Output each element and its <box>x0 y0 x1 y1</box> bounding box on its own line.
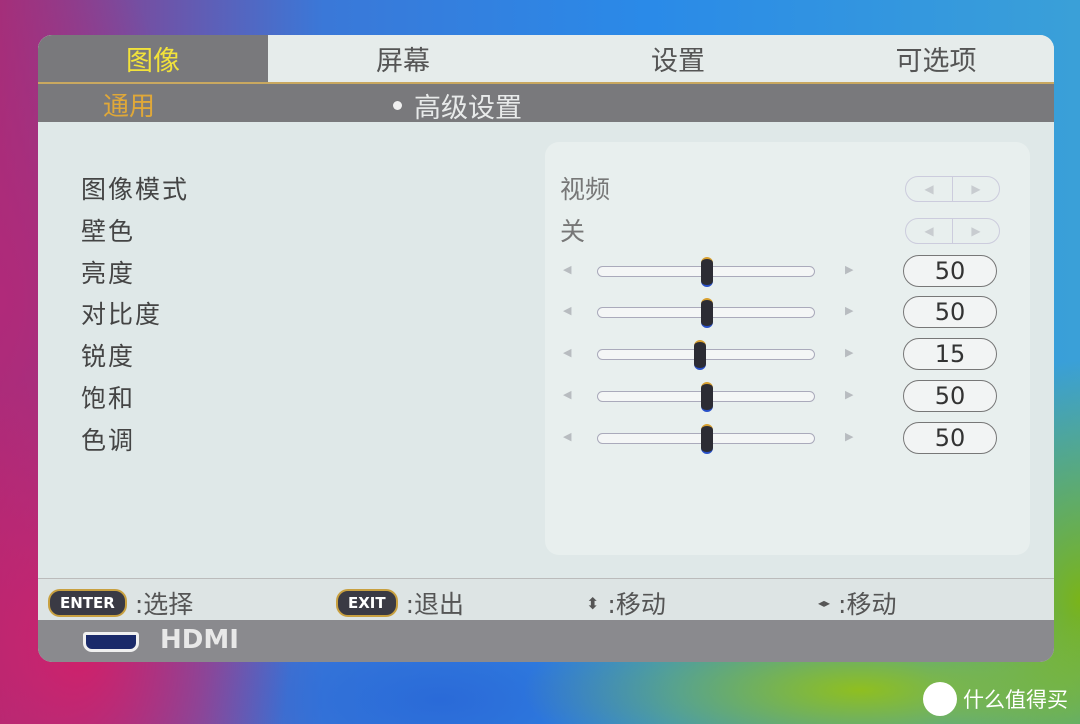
right-arrow-icon[interactable]: ▶ <box>952 218 999 243</box>
setting-value-box: 50 <box>903 254 997 287</box>
bullet-icon <box>393 101 402 110</box>
setting-value[interactable]: 视频 <box>560 170 610 206</box>
hdmi-icon <box>83 632 139 652</box>
setting-label: 对比度 <box>81 300 163 330</box>
setting-label: 壁色 <box>81 216 136 246</box>
increase-arrow-icon[interactable]: ▶ <box>845 430 853 443</box>
left-arrow-icon[interactable]: ◀ <box>906 219 952 243</box>
submenu-bar: 通用 高级设置 <box>38 82 1054 125</box>
increase-arrow-icon[interactable]: ▶ <box>845 346 853 359</box>
osd-menu: 图像 屏幕 设置 可选项 通用 高级设置 图像模式 视频 ◀ ▶ 壁色关 ◀ ▶ 亮度 ◀ … <box>38 35 1054 662</box>
slider-thumb[interactable] <box>701 423 713 454</box>
setting-label: 图像模式 <box>81 175 190 204</box>
tab-screen[interactable]: 屏幕 <box>268 35 538 82</box>
setting-value-box: 50 <box>903 296 997 329</box>
watermark-logo <box>923 682 957 716</box>
slider-thumb[interactable] <box>701 256 713 287</box>
setting-label: 亮度 <box>81 258 136 288</box>
source-label: HDMI <box>160 625 239 655</box>
setting-slider[interactable] <box>597 340 815 371</box>
setting-label: 锐度 <box>81 342 136 372</box>
up-down-arrow-icon: ⬍ <box>586 593 600 613</box>
source-bar: HDMI <box>38 620 1054 662</box>
left-right-arrow-icon: ◂▸ <box>818 596 831 610</box>
help-text: :移动 <box>607 590 666 619</box>
help-bar: ENTER:选择 EXIT:退出 ⬍ :移动 ◂▸ :移动 <box>38 578 1054 620</box>
setting-value-box: 50 <box>903 421 997 454</box>
setting-label: 色调 <box>81 425 136 455</box>
decrease-arrow-icon[interactable]: ◀ <box>563 430 571 443</box>
slider-thumb[interactable] <box>701 298 713 329</box>
settings-content: 图像模式 视频 ◀ ▶ 壁色关 ◀ ▶ 亮度 ◀ ▶ 50 对比度 ◀ ▶ 50 锐度 ◀ ▶ 15… <box>38 122 1054 578</box>
help-text: :移动 <box>838 590 897 619</box>
enter-key-icon: ENTER <box>48 589 127 617</box>
tab-bar: 图像 屏幕 设置 可选项 <box>38 35 1054 82</box>
section-label: 通用 <box>103 92 156 122</box>
increase-arrow-icon[interactable]: ▶ <box>845 388 853 401</box>
help-exit: EXIT:退出 <box>336 585 464 621</box>
left-right-selector[interactable]: ◀ ▶ <box>905 217 1000 244</box>
setting-slider[interactable] <box>597 382 815 412</box>
watermark-text: 什么值得买 <box>963 688 1068 712</box>
current-submenu[interactable]: 高级设置 <box>393 86 522 125</box>
right-arrow-icon[interactable]: ▶ <box>952 177 999 201</box>
tab-settings[interactable]: 设置 <box>538 35 818 82</box>
exit-key-icon: EXIT <box>336 589 398 617</box>
tab-image[interactable]: 图像 <box>38 35 268 82</box>
setting-label: 饱和 <box>81 384 136 413</box>
watermark: 什么值得买 <box>923 682 1068 716</box>
help-updown: ⬍ :移动 <box>586 585 666 621</box>
decrease-arrow-icon[interactable]: ◀ <box>563 388 571 401</box>
help-enter: ENTER:选择 <box>48 585 193 621</box>
tab-options[interactable]: 可选项 <box>818 35 1054 82</box>
help-text: :退出 <box>405 590 465 619</box>
help-leftright: ◂▸ :移动 <box>818 585 896 621</box>
increase-arrow-icon[interactable]: ▶ <box>845 263 853 276</box>
setting-value[interactable]: 关 <box>560 212 585 248</box>
setting-slider[interactable] <box>597 423 815 454</box>
decrease-arrow-icon[interactable]: ◀ <box>563 346 571 359</box>
slider-thumb[interactable] <box>694 340 707 371</box>
setting-slider[interactable] <box>597 256 815 287</box>
setting-value-box: 50 <box>903 380 997 412</box>
slider-thumb[interactable] <box>701 382 713 412</box>
setting-value-box: 15 <box>903 338 997 371</box>
current-submenu-label: 高级设置 <box>414 93 522 124</box>
increase-arrow-icon[interactable]: ▶ <box>845 304 853 317</box>
left-right-selector[interactable]: ◀ ▶ <box>905 176 1000 202</box>
help-text: :选择 <box>134 590 194 619</box>
setting-slider[interactable] <box>597 298 815 329</box>
decrease-arrow-icon[interactable]: ◀ <box>563 304 571 317</box>
left-arrow-icon[interactable]: ◀ <box>906 177 952 201</box>
decrease-arrow-icon[interactable]: ◀ <box>563 263 571 276</box>
